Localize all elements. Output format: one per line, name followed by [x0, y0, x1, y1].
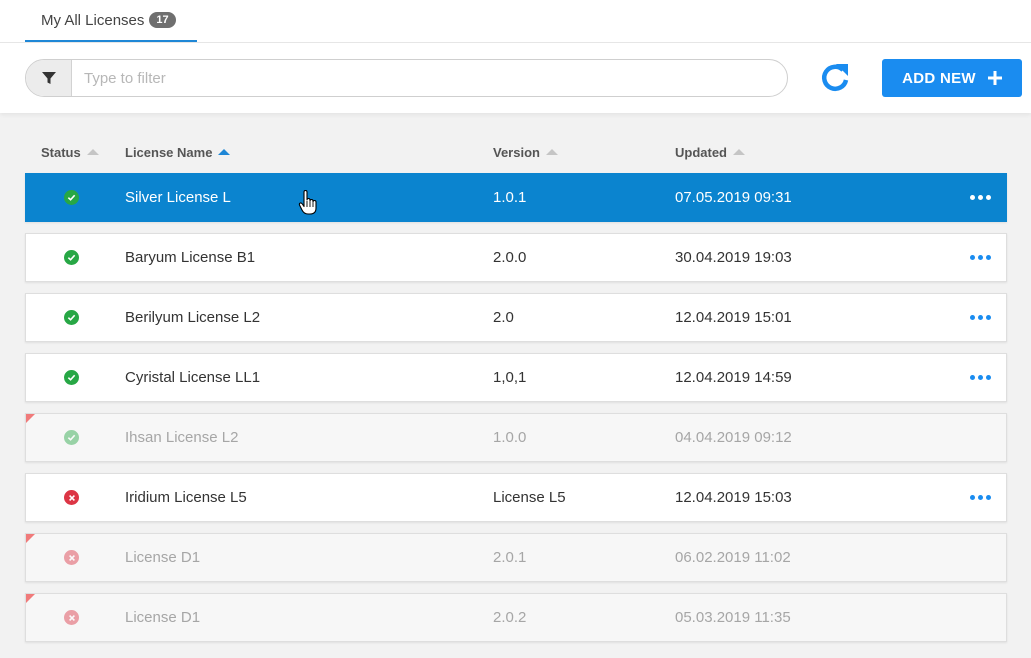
license-updated: 12.04.2019 15:01 — [675, 309, 792, 326]
error-circle-icon — [64, 550, 79, 565]
flag-corner-icon — [26, 534, 35, 543]
license-name: Cyristal License LL1 — [125, 369, 261, 386]
license-updated: 07.05.2019 09:31 — [675, 189, 792, 206]
refresh-button[interactable] — [815, 58, 855, 98]
status-cell — [64, 594, 79, 641]
column-header-status[interactable]: Status — [41, 143, 99, 161]
count-badge: 17 — [149, 12, 176, 28]
filter-input[interactable] — [72, 60, 787, 96]
license-updated: 12.04.2019 14:59 — [675, 369, 792, 386]
license-updated: 06.02.2019 11:02 — [675, 549, 791, 566]
plus-icon — [987, 71, 1002, 85]
table-row[interactable]: License D1 2.0.2 05.03.2019 11:35 — [25, 593, 1007, 642]
license-version: 2.0.2 — [493, 609, 527, 626]
status-cell — [64, 354, 79, 401]
add-new-button[interactable]: ADD NEW — [882, 59, 1022, 97]
table-row[interactable]: Berilyum License L2 2.0 12.04.2019 15:01 — [25, 293, 1007, 342]
check-circle-icon — [64, 250, 79, 265]
refresh-icon — [821, 64, 849, 91]
more-horizontal-icon — [970, 195, 991, 200]
license-name: Berilyum License L2 — [125, 309, 261, 326]
header: My All Licenses 17 ADD NEW — [0, 0, 1031, 113]
column-header-version[interactable]: Version — [493, 143, 558, 161]
filter-button[interactable] — [26, 60, 72, 96]
column-label: Version — [493, 144, 540, 160]
flag-corner-icon — [26, 414, 35, 423]
more-horizontal-icon — [970, 315, 991, 320]
status-cell — [64, 534, 79, 581]
license-updated: 12.04.2019 15:03 — [675, 489, 792, 506]
error-circle-icon — [64, 610, 79, 625]
license-name: Iridium License L5 — [125, 489, 247, 506]
check-circle-icon — [64, 370, 79, 385]
table-row[interactable]: Ihsan License L2 1.0.0 04.04.2019 09:12 — [25, 413, 1007, 462]
flag-corner-icon — [26, 594, 35, 603]
check-circle-icon — [64, 310, 79, 325]
status-cell — [64, 174, 79, 221]
sort-icon — [545, 149, 558, 155]
license-updated: 04.04.2019 09:12 — [675, 429, 792, 446]
status-cell — [64, 294, 79, 341]
more-options-button[interactable] — [970, 174, 991, 221]
hand-cursor-icon — [298, 190, 317, 215]
table-row[interactable]: Baryum License B1 2.0.0 30.04.2019 19:03 — [25, 233, 1007, 282]
table-row[interactable]: Iridium License L5 License L5 12.04.2019 1… — [25, 473, 1007, 522]
license-version: 2.0.0 — [493, 249, 527, 266]
table-row[interactable]: License D1 2.0.1 06.02.2019 11:02 — [25, 533, 1007, 582]
add-new-label: ADD NEW — [902, 69, 976, 87]
license-version: License L5 — [493, 489, 566, 506]
check-circle-icon — [64, 190, 79, 205]
column-label: Updated — [675, 144, 727, 160]
license-version: 2.0.1 — [493, 549, 527, 566]
license-version: 1.0.0 — [493, 429, 527, 446]
license-name: Baryum License B1 — [125, 249, 256, 266]
status-cell — [64, 414, 79, 461]
column-label: Status — [41, 144, 81, 160]
more-horizontal-icon — [970, 255, 991, 260]
license-name: Silver License L — [125, 189, 231, 206]
more-options-button[interactable] — [970, 234, 991, 281]
tab-my-all-licenses[interactable]: My All Licenses 17 — [25, 0, 197, 43]
filter-icon — [41, 72, 56, 84]
status-cell — [64, 474, 79, 521]
more-horizontal-icon — [970, 495, 991, 500]
license-version: 1.0.1 — [493, 189, 527, 206]
table-row[interactable]: Silver License L 1.0.1 07.05.2019 09:31 — [25, 173, 1007, 222]
more-options-button[interactable] — [970, 294, 991, 341]
sort-asc-icon — [218, 149, 231, 155]
license-name: Ihsan License L2 — [125, 429, 239, 446]
license-name: License D1 — [125, 549, 201, 566]
more-options-button[interactable] — [970, 474, 991, 521]
more-options-button[interactable] — [970, 354, 991, 401]
table-row[interactable]: Cyristal License LL1 1,0,1 12.04.2019 14:5… — [25, 353, 1007, 402]
sort-icon — [86, 149, 99, 155]
error-circle-icon — [64, 490, 79, 505]
license-updated: 30.04.2019 19:03 — [675, 249, 792, 266]
more-horizontal-icon — [970, 375, 991, 380]
tab-label: My All Licenses — [41, 11, 145, 29]
license-version: 1,0,1 — [493, 369, 527, 386]
column-label: License Name — [125, 144, 213, 160]
column-header-license-name[interactable]: License Name — [125, 143, 231, 161]
license-updated: 05.03.2019 11:35 — [675, 609, 791, 626]
status-cell — [64, 234, 79, 281]
check-circle-icon — [64, 430, 79, 445]
license-version: 2.0 — [493, 309, 514, 326]
license-name: License D1 — [125, 609, 201, 626]
filter-bar — [25, 59, 788, 97]
divider — [0, 42, 1031, 43]
column-header-updated[interactable]: Updated — [675, 143, 745, 161]
sort-icon — [733, 149, 745, 155]
